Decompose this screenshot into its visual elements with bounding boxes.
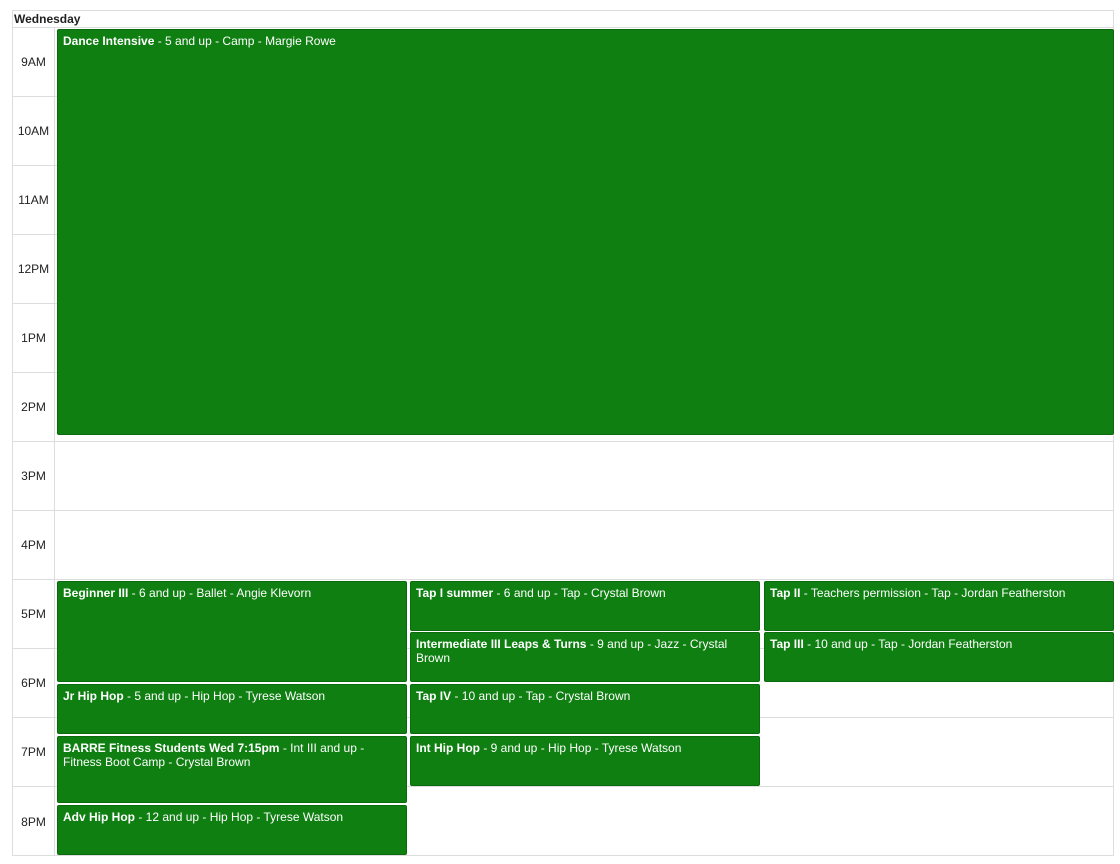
time-label-12pm: 12PM [13, 235, 54, 304]
event-title: Tap I summer [416, 586, 494, 600]
day-header: Wednesday [13, 11, 1113, 28]
event-beginner-iii[interactable]: Beginner III - 6 and up - Ballet - Angie… [57, 581, 407, 682]
event-adv-hip-hop[interactable]: Adv Hip Hop - 12 and up - Hip Hop - Tyre… [57, 805, 407, 855]
time-label-6pm: 6PM [13, 649, 54, 718]
event-details: - 10 and up - Tap - Crystal Brown [451, 689, 631, 703]
time-label-4pm: 4PM [13, 511, 54, 580]
event-dance-intensive[interactable]: Dance Intensive - 5 and up - Camp - Marg… [57, 29, 1114, 435]
event-title: Tap IV [416, 689, 452, 703]
event-intermediate-iii-leaps[interactable]: Intermediate III Leaps & Turns - 9 and u… [410, 632, 760, 682]
event-details: - 5 and up - Camp - Margie Rowe [154, 34, 336, 48]
event-title: Jr Hip Hop [63, 689, 124, 703]
day-calendar: Wednesday 9AM 10AM 11AM 12PM 1PM 2PM 3PM… [12, 10, 1114, 856]
hour-line [55, 510, 1113, 511]
time-label-9am: 9AM [13, 28, 54, 97]
event-details: - 10 and up - Tap - Jordan Featherston [803, 637, 1013, 651]
event-int-hip-hop[interactable]: Int Hip Hop - 9 and up - Hip Hop - Tyres… [410, 736, 760, 786]
event-title: Beginner III [63, 586, 129, 600]
time-label-11am: 11AM [13, 166, 54, 235]
event-title: BARRE Fitness Students Wed 7:15pm [63, 741, 280, 755]
event-jr-hip-hop[interactable]: Jr Hip Hop - 5 and up - Hip Hop - Tyrese… [57, 684, 407, 734]
event-grid: Dance Intensive - 5 and up - Camp - Marg… [55, 28, 1114, 856]
event-details: - Teachers permission - Tap - Jordan Fea… [800, 586, 1066, 600]
time-label-3pm: 3PM [13, 442, 54, 511]
event-title: Dance Intensive [63, 34, 155, 48]
event-details: - 5 and up - Hip Hop - Tyrese Watson [123, 689, 326, 703]
event-tap-ii[interactable]: Tap II - Teachers permission - Tap - Jor… [764, 581, 1114, 631]
time-label-10am: 10AM [13, 97, 54, 166]
event-title: Tap II [770, 586, 801, 600]
time-label-5pm: 5PM [13, 580, 54, 649]
event-title: Intermediate III Leaps & Turns [416, 637, 587, 651]
time-label-8pm: 8PM [21, 814, 46, 829]
event-tap-i-summer[interactable]: Tap I summer - 6 and up - Tap - Crystal … [410, 581, 760, 631]
event-tap-iv[interactable]: Tap IV - 10 and up - Tap - Crystal Brown [410, 684, 760, 734]
event-tap-iii[interactable]: Tap III - 10 and up - Tap - Jordan Feath… [764, 632, 1114, 682]
hour-line [55, 441, 1113, 442]
event-title: Adv Hip Hop [63, 810, 135, 824]
time-label-7pm: 7PM [13, 718, 54, 787]
event-barre-fitness[interactable]: BARRE Fitness Students Wed 7:15pm - Int … [57, 736, 407, 803]
event-details: - 6 and up - Tap - Crystal Brown [493, 586, 666, 600]
event-title: Int Hip Hop [416, 741, 480, 755]
time-column: 9AM 10AM 11AM 12PM 1PM 2PM 3PM 4PM 5PM 6… [13, 28, 55, 856]
time-label-1pm: 1PM [13, 304, 54, 373]
event-details: - 9 and up - Hip Hop - Tyrese Watson [479, 741, 682, 755]
time-label-2pm: 2PM [13, 373, 54, 442]
hour-line [55, 579, 1113, 580]
event-title: Tap III [770, 637, 804, 651]
event-details: - 12 and up - Hip Hop - Tyrese Watson [135, 810, 344, 824]
event-details: - 6 and up - Ballet - Angie Klevorn [128, 586, 312, 600]
